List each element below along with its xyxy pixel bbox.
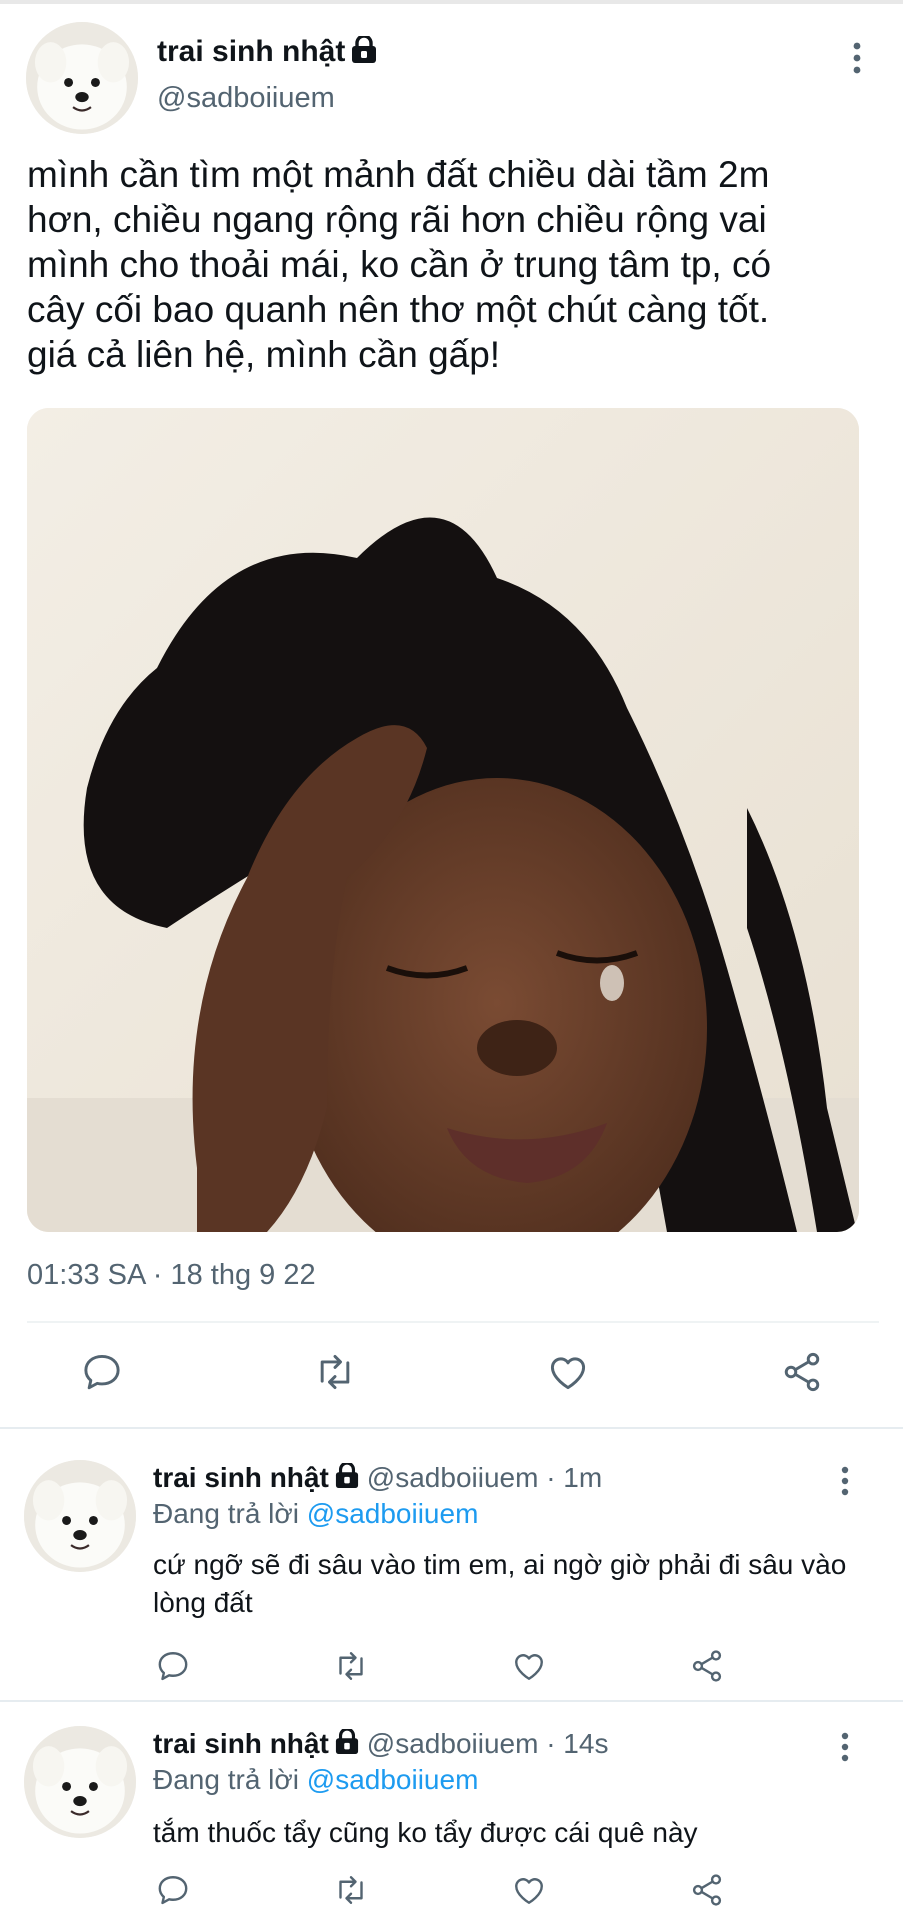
vertical-ellipsis-icon[interactable] (834, 1464, 856, 1498)
reply-button[interactable] (153, 1646, 193, 1686)
heart-icon (550, 1357, 586, 1390)
like-button[interactable] (509, 1646, 549, 1686)
replying-to-label: Đang trả lời (153, 1498, 307, 1529)
retweet-button[interactable] (331, 1870, 371, 1910)
divider (0, 1427, 903, 1429)
reply-action-bar (0, 1646, 903, 1686)
retweet-icon (320, 1354, 350, 1390)
dog-avatar-icon (24, 1726, 136, 1838)
retweet-button[interactable] (331, 1646, 371, 1686)
reply-tweet: trai sinh nhật @sadboiiuem · 14s Đang tr… (0, 1702, 903, 1920)
lock-icon (335, 1461, 359, 1494)
avatar[interactable] (26, 22, 138, 134)
speech-bubble-icon (84, 1354, 120, 1390)
retweet-icon (339, 1876, 363, 1904)
reply-text: tắm thuốc tẩy cũng ko tẩy được cái quê n… (153, 1817, 698, 1848)
avatar[interactable] (24, 1460, 136, 1572)
share-icon (692, 1874, 722, 1906)
tweet-timestamp[interactable]: 01:33 SA · 18 thg 9 22 (27, 1259, 316, 1292)
retweet-button[interactable] (311, 1348, 359, 1396)
replying-to-label: Đang trả lời (153, 1764, 307, 1795)
reply-text: cứ ngỡ sẽ đi sâu vào tim em, ai ngờ giờ … (153, 1549, 847, 1618)
heart-icon (515, 1878, 543, 1904)
share-button[interactable] (687, 1646, 727, 1686)
reply-header: trai sinh nhật @sadboiiuem · 14s (153, 1726, 608, 1762)
lock-icon (335, 1727, 359, 1760)
reply-button[interactable] (153, 1870, 193, 1910)
author-handle[interactable]: @sadboiiuem (157, 82, 335, 115)
avatar[interactable] (24, 1726, 136, 1838)
divider (27, 1321, 879, 1323)
heart-icon (515, 1654, 543, 1680)
crying-person-photo (27, 408, 859, 1232)
replying-to-mention[interactable]: @sadboiiuem (307, 1764, 479, 1795)
replying-to-line: Đang trả lời @sadboiiuem (153, 1764, 478, 1796)
reply-button[interactable] (78, 1348, 126, 1396)
speech-bubble-icon (158, 1652, 188, 1681)
like-button[interactable] (544, 1348, 592, 1396)
reply-tweet: trai sinh nhật @sadboiiuem · 1m Đang trả… (0, 1430, 903, 1700)
tweet-text: mình cần tìm một mảnh đất chiều dài tầm … (27, 154, 772, 375)
share-button[interactable] (687, 1870, 727, 1910)
share-icon (784, 1352, 820, 1392)
replying-to-line: Đang trả lời @sadboiiuem (153, 1498, 478, 1530)
share-icon (692, 1650, 722, 1682)
author-handle-and-time[interactable]: @sadboiiuem · 1m (367, 1462, 602, 1494)
author-display-name[interactable]: trai sinh nhật (153, 1462, 329, 1494)
vertical-ellipsis-icon[interactable] (845, 40, 869, 76)
lock-icon (351, 33, 377, 69)
reply-header: trai sinh nhật @sadboiiuem · 1m (153, 1460, 602, 1496)
share-button[interactable] (778, 1348, 826, 1396)
tweet-photo[interactable] (27, 408, 859, 1232)
author-handle-and-time[interactable]: @sadboiiuem · 14s (367, 1728, 609, 1760)
like-button[interactable] (509, 1870, 549, 1910)
tweet-action-bar (0, 1348, 903, 1396)
replying-to-mention[interactable]: @sadboiiuem (307, 1498, 479, 1529)
retweet-icon (339, 1652, 363, 1680)
author-display-name[interactable]: trai sinh nhật (153, 1728, 329, 1760)
reply-action-bar (0, 1870, 903, 1910)
vertical-ellipsis-icon[interactable] (834, 1730, 856, 1764)
author-display-name[interactable]: trai sinh nhật (157, 35, 345, 69)
dog-avatar-icon (26, 22, 138, 134)
main-tweet: trai sinh nhật @sadboiiuem mình cần tìm … (0, 0, 903, 1428)
author-name-row: trai sinh nhật (157, 32, 377, 72)
dog-avatar-icon (24, 1460, 136, 1572)
speech-bubble-icon (158, 1876, 188, 1905)
